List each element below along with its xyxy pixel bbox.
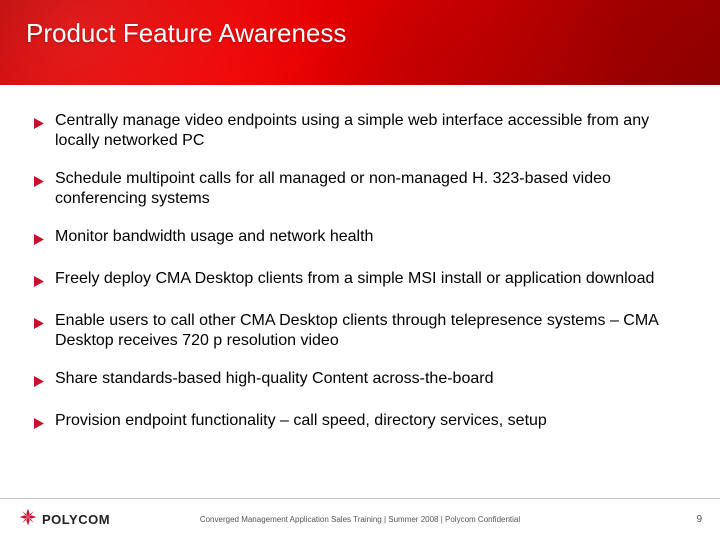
triangle-bullet-icon — [34, 373, 45, 393]
bullet-text: Monitor bandwidth usage and network heal… — [55, 227, 686, 247]
bullet-text: Provision endpoint functionality – call … — [55, 411, 686, 431]
list-item: Monitor bandwidth usage and network heal… — [34, 227, 686, 251]
slide-footer: POLYCOM Converged Management Application… — [0, 498, 720, 540]
triangle-bullet-icon — [34, 315, 45, 335]
bullet-text: Share standards-based high-quality Conte… — [55, 369, 686, 389]
page-number: 9 — [696, 514, 702, 525]
list-item: Enable users to call other CMA Desktop c… — [34, 311, 686, 351]
bullet-text: Centrally manage video endpoints using a… — [55, 111, 686, 151]
slide: Product Feature Awareness Centrally mana… — [0, 0, 720, 540]
polycom-logo-icon — [18, 507, 38, 532]
list-item: Centrally manage video endpoints using a… — [34, 111, 686, 151]
bullet-text: Enable users to call other CMA Desktop c… — [55, 311, 686, 351]
brand-name: POLYCOM — [42, 512, 110, 527]
list-item: Provision endpoint functionality – call … — [34, 411, 686, 435]
slide-title: Product Feature Awareness — [26, 18, 346, 49]
list-item: Schedule multipoint calls for all manage… — [34, 169, 686, 209]
list-item: Share standards-based high-quality Conte… — [34, 369, 686, 393]
slide-body: Centrally manage video endpoints using a… — [0, 85, 720, 498]
triangle-bullet-icon — [34, 415, 45, 435]
slide-header: Product Feature Awareness — [0, 0, 720, 85]
triangle-bullet-icon — [34, 115, 45, 135]
triangle-bullet-icon — [34, 173, 45, 193]
triangle-bullet-icon — [34, 231, 45, 251]
brand-logo: POLYCOM — [18, 507, 110, 532]
list-item: Freely deploy CMA Desktop clients from a… — [34, 269, 686, 293]
footer-confidential: Converged Management Application Sales T… — [200, 515, 520, 524]
bullet-text: Freely deploy CMA Desktop clients from a… — [55, 269, 686, 289]
bullet-list: Centrally manage video endpoints using a… — [34, 111, 686, 435]
bullet-text: Schedule multipoint calls for all manage… — [55, 169, 686, 209]
triangle-bullet-icon — [34, 273, 45, 293]
